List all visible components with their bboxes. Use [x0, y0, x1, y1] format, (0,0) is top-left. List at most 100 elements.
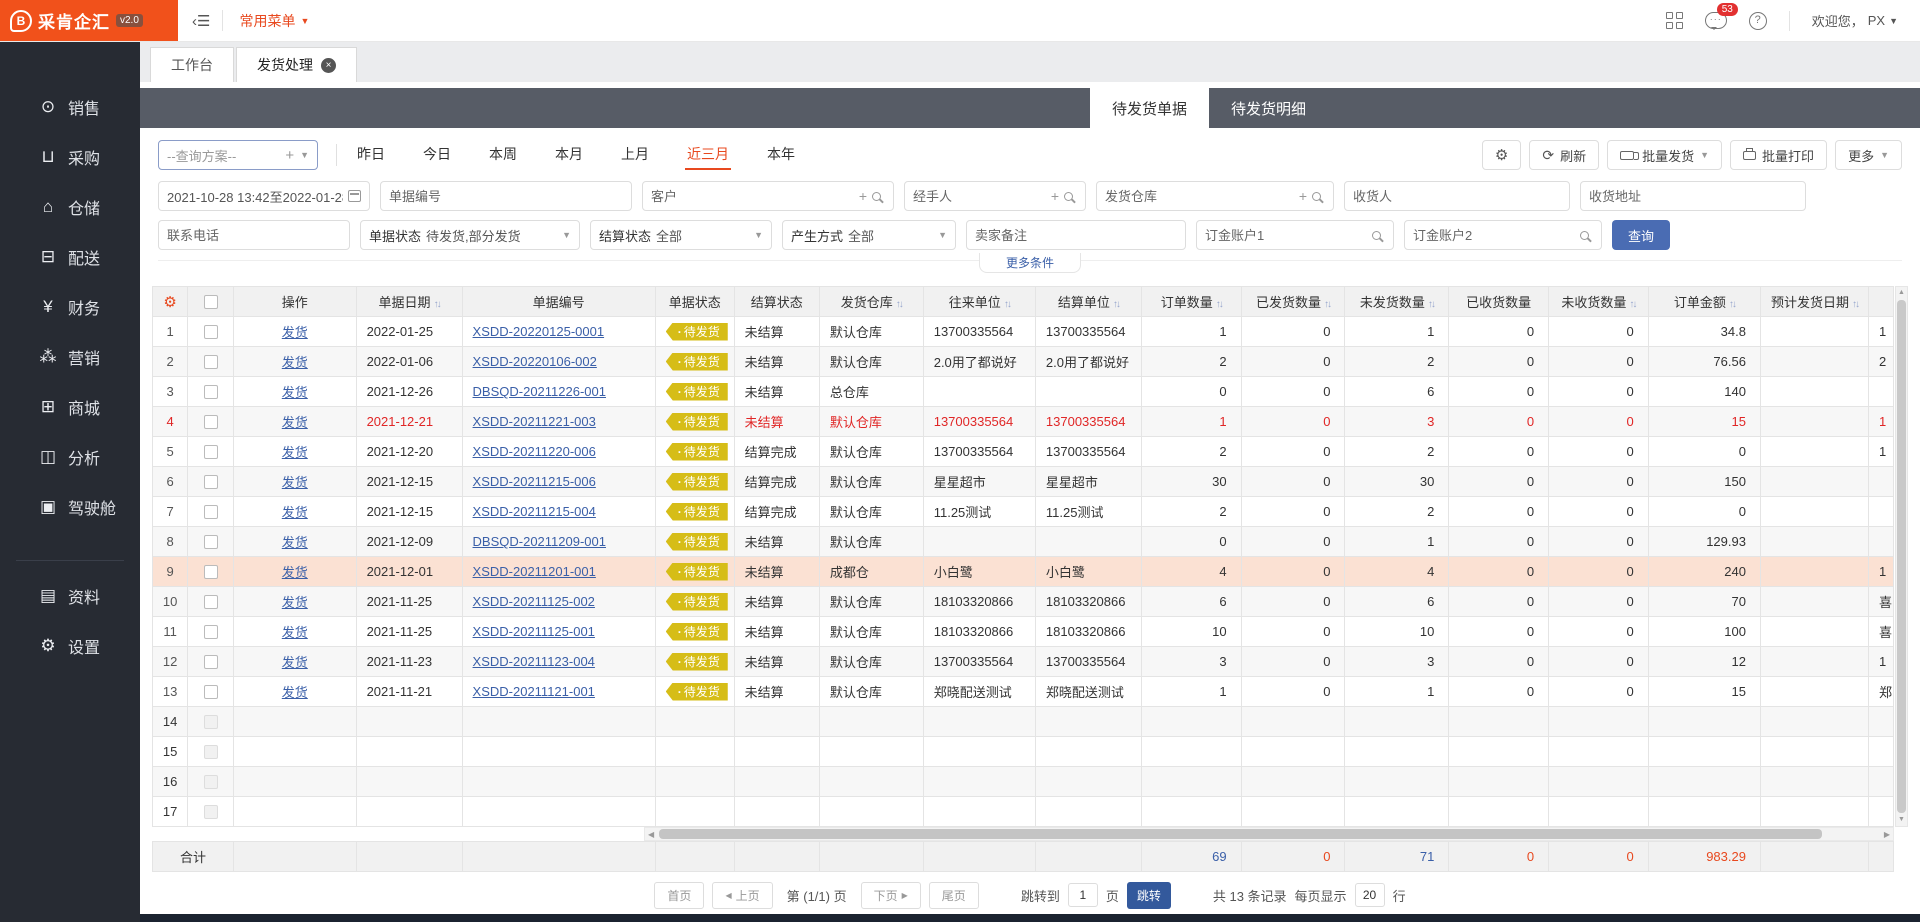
filter-field-单据状态[interactable]: 单据状态待发货,部分发货▼ [360, 220, 580, 250]
close-icon[interactable]: × [321, 58, 336, 73]
filter-input-订金账户1[interactable] [1205, 228, 1367, 243]
doc-number-link[interactable]: XSDD-20211201-001 [473, 564, 596, 579]
search-icon[interactable] [1312, 192, 1321, 201]
scroll-down-icon[interactable]: ▼ [1898, 814, 1905, 826]
filter-input-收货人[interactable] [1353, 189, 1561, 204]
row-checkbox[interactable] [204, 475, 218, 489]
doc-number-link[interactable]: XSDD-20220125-0001 [473, 324, 605, 339]
date-filter-本月[interactable]: 本月 [553, 140, 585, 170]
tab-工作台[interactable]: 工作台 [150, 47, 234, 82]
first-page-button[interactable]: 首页 [654, 882, 704, 909]
ship-link[interactable]: 发货 [282, 655, 308, 670]
help-icon[interactable]: ? [1749, 12, 1767, 30]
plus-icon[interactable]: + [1299, 188, 1307, 204]
filter-field-产生方式[interactable]: 产生方式全部▼ [782, 220, 956, 250]
toolbar-button-更多[interactable]: 更多▼ [1835, 140, 1902, 170]
view-tab-待发货单据[interactable]: 待发货单据 [1090, 88, 1209, 128]
column-settings-icon[interactable]: ⚙ [163, 294, 176, 311]
messages-button[interactable]: ··· 53 [1705, 12, 1727, 29]
select-all-checkbox[interactable] [204, 295, 218, 309]
row-checkbox[interactable] [204, 445, 218, 459]
scroll-right-icon[interactable]: ▶ [1881, 830, 1893, 839]
sidebar-collapse-icon[interactable]: ‹☰ [178, 0, 222, 41]
horizontal-scrollbar[interactable]: ◀ ▶ [644, 827, 1894, 841]
chevron-down-icon[interactable]: ▼ [754, 230, 763, 240]
sidebar-item-sales[interactable]: ⊙销售 [0, 82, 140, 132]
toolbar-button-批量打印[interactable]: 批量打印 [1730, 140, 1827, 170]
sidebar-item-purchase[interactable]: ⊔采购 [0, 132, 140, 182]
toolbar-button-刷新[interactable]: ⟳刷新 [1529, 140, 1599, 170]
sidebar-item-data[interactable]: ▤资料 [0, 571, 140, 621]
doc-number-link[interactable]: XSDD-20211121-001 [473, 684, 595, 699]
date-filter-近三月[interactable]: 近三月 [685, 140, 731, 170]
filter-field-经手人[interactable]: + [904, 181, 1086, 211]
more-conditions-link[interactable]: 更多条件 [979, 253, 1081, 273]
sort-icon[interactable]: ↑↓ [434, 299, 440, 310]
row-checkbox[interactable] [204, 385, 218, 399]
ship-link[interactable]: 发货 [282, 625, 308, 640]
filter-input-收货地址[interactable] [1589, 189, 1797, 204]
ship-link[interactable]: 发货 [282, 385, 308, 400]
doc-number-link[interactable]: XSDD-20220106-002 [473, 354, 597, 369]
sidebar-item-delivery[interactable]: ⊟配送 [0, 232, 140, 282]
scroll-up-icon[interactable]: ▲ [1898, 287, 1905, 299]
filter-input-经手人[interactable] [913, 189, 1046, 204]
row-checkbox[interactable] [204, 595, 218, 609]
filter-field-卖家备注[interactable] [966, 220, 1186, 250]
date-filter-今日[interactable]: 今日 [421, 140, 453, 170]
filter-input-卖家备注[interactable] [975, 228, 1177, 243]
sidebar-item-warehouse[interactable]: ⌂仓储 [0, 182, 140, 232]
filter-field-发货仓库[interactable]: + [1096, 181, 1334, 211]
search-icon[interactable] [1064, 192, 1073, 201]
sort-icon[interactable]: ↑↓ [1113, 299, 1119, 310]
doc-number-link[interactable]: DBSQD-20211209-001 [473, 534, 606, 549]
jump-page-input[interactable] [1068, 883, 1098, 907]
prev-page-button[interactable]: ◀上页 [712, 882, 772, 909]
calendar-icon[interactable] [348, 190, 361, 202]
sort-icon[interactable]: ↑↓ [1428, 299, 1434, 310]
filter-input-客户[interactable] [651, 189, 854, 204]
row-checkbox[interactable] [204, 565, 218, 579]
filter-input-联系电话[interactable] [167, 228, 341, 243]
ship-link[interactable]: 发货 [282, 595, 308, 610]
tab-发货处理[interactable]: 发货处理× [236, 47, 357, 82]
filter-field-订金账户2[interactable] [1404, 220, 1602, 250]
sidebar-item-cockpit[interactable]: ▣驾驶舱 [0, 482, 140, 532]
scroll-left-icon[interactable]: ◀ [645, 830, 657, 839]
filter-input-单据编号[interactable] [389, 189, 623, 204]
date-filter-上月[interactable]: 上月 [619, 140, 651, 170]
sidebar-item-finance[interactable]: ¥财务 [0, 282, 140, 332]
row-checkbox[interactable] [204, 355, 218, 369]
chevron-down-icon[interactable]: ▼ [938, 230, 947, 240]
search-icon[interactable] [1372, 231, 1381, 240]
horizontal-scroll-thumb[interactable] [659, 829, 1822, 839]
per-page-input[interactable] [1355, 883, 1385, 907]
doc-number-link[interactable]: XSDD-20211125-002 [473, 594, 595, 609]
row-checkbox[interactable] [204, 685, 218, 699]
row-checkbox[interactable] [204, 415, 218, 429]
doc-number-link[interactable]: XSDD-20211215-006 [473, 474, 596, 489]
filter-field-订金账户1[interactable] [1196, 220, 1394, 250]
row-checkbox[interactable] [204, 625, 218, 639]
chevron-down-icon[interactable]: ▼ [300, 150, 309, 160]
apps-grid-icon[interactable] [1666, 12, 1683, 29]
doc-number-link[interactable]: XSDD-20211221-003 [473, 414, 596, 429]
filter-field-收货地址[interactable] [1580, 181, 1806, 211]
date-filter-昨日[interactable]: 昨日 [355, 140, 387, 170]
last-page-button[interactable]: 尾页 [929, 882, 979, 909]
search-button[interactable]: 查询 [1612, 220, 1670, 250]
sidebar-item-analysis[interactable]: ◫分析 [0, 432, 140, 482]
ship-link[interactable]: 发货 [282, 445, 308, 460]
vertical-scroll-thumb[interactable] [1897, 300, 1906, 813]
ship-link[interactable]: 发货 [282, 685, 308, 700]
user-menu[interactable]: 欢迎您， PX ▼ [1812, 11, 1898, 30]
sidebar-item-marketing[interactable]: ⁂营销 [0, 332, 140, 382]
next-page-button[interactable]: 下页▶ [861, 882, 921, 909]
filter-input-订金账户2[interactable] [1413, 228, 1575, 243]
sidebar-item-mall[interactable]: ⊞商城 [0, 382, 140, 432]
toolbar-button-settings[interactable]: ⚙ [1482, 140, 1521, 170]
ship-link[interactable]: 发货 [282, 565, 308, 580]
sort-icon[interactable]: ↑↓ [1004, 299, 1010, 310]
add-scheme-icon[interactable]: + [285, 147, 294, 164]
ship-link[interactable]: 发货 [282, 535, 308, 550]
